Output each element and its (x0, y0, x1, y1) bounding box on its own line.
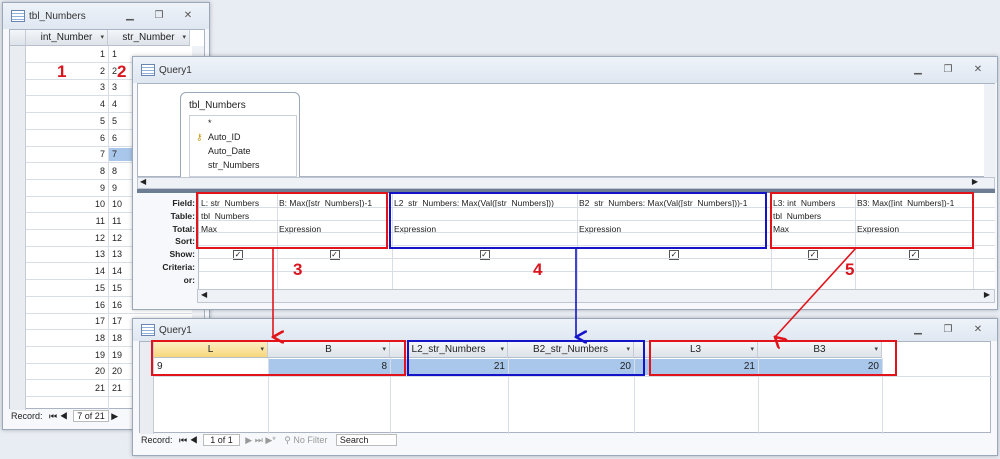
callout-5: 5 (845, 260, 855, 279)
highlight-box-5-result (649, 340, 897, 376)
callout-4: 4 (533, 260, 543, 279)
highlight-box-3-design (196, 192, 388, 249)
highlight-box-5-design (770, 192, 974, 249)
callout-1: 1 (57, 62, 67, 81)
callout-2: 2 (117, 62, 127, 81)
arrow-5 (775, 247, 857, 337)
highlight-box-4-result (407, 340, 645, 376)
highlight-box-4-design (389, 192, 767, 249)
highlight-box-3-result (151, 340, 406, 376)
callout-3: 3 (293, 260, 303, 279)
